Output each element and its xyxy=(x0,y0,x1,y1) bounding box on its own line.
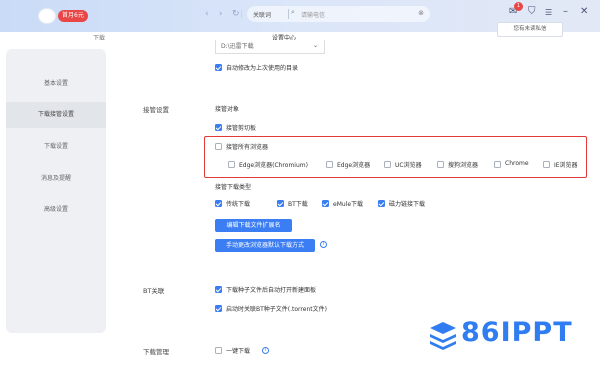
type-emule-label: eMule下载 xyxy=(333,201,364,208)
message-badge: 1 xyxy=(514,2,523,11)
watermark-text: 86IPPT xyxy=(461,317,573,348)
edit-extensions-button[interactable]: 编辑下载文件扩展名 xyxy=(215,219,292,232)
bt-assoc-checkbox[interactable] xyxy=(215,305,222,312)
browser-edge-label: Edge浏览器 xyxy=(337,162,371,169)
one-click-info-icon[interactable]: i xyxy=(262,347,269,354)
type-bt-checkbox[interactable] xyxy=(277,200,284,207)
type-magnet-label: 磁力链接下载 xyxy=(389,201,426,208)
download-path-value: D:\迅雷下载 xyxy=(221,43,254,50)
browser-ie-label: IE浏览器 xyxy=(554,162,578,169)
menu-icon[interactable]: ☰ xyxy=(545,8,552,17)
browser-uc-checkbox[interactable] xyxy=(384,161,391,168)
browser-edge-chromium-checkbox[interactable] xyxy=(228,161,235,168)
search-keyword[interactable]: 关联词 xyxy=(253,10,271,19)
auto-modify-checkbox[interactable] xyxy=(215,64,222,71)
all-browsers-checkbox[interactable] xyxy=(215,143,222,150)
watermark-logo-icon xyxy=(430,322,456,350)
back-icon[interactable]: ‹ xyxy=(205,9,209,19)
type-bt-label: BT下载 xyxy=(288,201,308,208)
forward-icon[interactable]: › xyxy=(219,9,223,19)
bt-section-label: BT关联 xyxy=(143,287,165,295)
dl-mgmt-section-label: 下载管理 xyxy=(143,348,169,356)
browser-edge-chromium-label: Edge浏览器(Chromium) xyxy=(239,162,308,169)
type-emule-checkbox[interactable] xyxy=(322,200,329,207)
sidebar-panel: 基本设置 下载接管设置 下载设置 消息及提醒 高级设置 xyxy=(0,40,110,367)
sidebar-item-takeover[interactable]: 下载接管设置 xyxy=(6,102,106,128)
browser-chrome-label: Chrome xyxy=(505,160,529,167)
minimize-icon[interactable]: – xyxy=(563,6,568,17)
download-types-label: 接管下载类型 xyxy=(215,184,252,191)
modify-default-button[interactable]: 手动更改浏览器默认下载方式 xyxy=(215,239,315,252)
clipboard-label: 接管剪切板 xyxy=(226,125,257,132)
download-path-select[interactable]: D:\迅雷下载 ⌄ xyxy=(215,40,325,54)
browser-chrome-checkbox[interactable] xyxy=(494,161,501,168)
sidebar-item-advanced[interactable]: 高级设置 xyxy=(6,197,106,223)
shirt-icon[interactable]: ⛉ xyxy=(528,6,536,17)
search-divider xyxy=(288,9,289,19)
auto-modify-label: 自动修改为上次使用的目录 xyxy=(226,65,299,72)
browser-uc-label: UC浏览器 xyxy=(395,162,422,169)
search-placeholder: 请输电信 xyxy=(301,12,326,19)
sidebar-item-messages[interactable]: 消息及提醒 xyxy=(6,166,106,192)
one-click-label: 一键下载 xyxy=(226,348,251,355)
title-bar: 首月6元 ‹ › ↻ | 关联词 ⌕ 请输电信 ⊗ ✉ 1 ⛉ ☰ – ✕ 您有… xyxy=(0,0,600,37)
close-icon[interactable]: ✕ xyxy=(580,6,588,17)
takeover-section-label: 接管设置 xyxy=(143,106,169,114)
search-icon: ⌕ xyxy=(291,8,295,16)
all-browsers-label: 接管所有浏览器 xyxy=(226,144,269,151)
refresh-icon[interactable]: ↻ xyxy=(232,9,240,19)
sidebar: 基本设置 下载接管设置 下载设置 消息及提醒 高级设置 xyxy=(6,49,106,333)
takeover-target-label: 接管对象 xyxy=(215,106,240,113)
scrollbar[interactable] xyxy=(594,40,600,367)
browser-sogou-checkbox[interactable] xyxy=(437,161,444,168)
one-click-checkbox[interactable] xyxy=(215,347,222,354)
sidebar-item-download[interactable]: 下载设置 xyxy=(6,134,106,160)
type-magnet-checkbox[interactable] xyxy=(378,200,385,207)
bt-auto-open-checkbox[interactable] xyxy=(215,286,222,293)
type-traditional-checkbox[interactable] xyxy=(215,200,222,207)
browser-ie-checkbox[interactable] xyxy=(543,161,550,168)
avatar[interactable] xyxy=(38,8,56,24)
bt-auto-open-label: 下载种子文件后自动打开新建面板 xyxy=(226,287,317,294)
search-bar[interactable]: 关联词 ⌕ 请输电信 ⊗ xyxy=(247,6,430,22)
bt-assoc-label: 启动时关联BT种子文件(.torrent文件) xyxy=(226,306,327,313)
search-clear-icon[interactable]: ⊗ xyxy=(418,9,424,17)
sidebar-item-basic[interactable]: 基本设置 xyxy=(6,71,106,97)
browser-edge-checkbox[interactable] xyxy=(326,161,333,168)
info-icon[interactable]: i xyxy=(320,241,327,248)
type-traditional-label: 传统下载 xyxy=(226,201,251,208)
nav-divider: | xyxy=(240,9,243,18)
chevron-down-icon: ⌄ xyxy=(312,42,318,49)
browser-sogou-label: 搜狗浏览器 xyxy=(448,162,479,169)
clipboard-checkbox[interactable] xyxy=(215,124,222,131)
vip-badge[interactable]: 首月6元 xyxy=(58,10,88,22)
message-tooltip: 您有未读私信 xyxy=(497,22,563,37)
